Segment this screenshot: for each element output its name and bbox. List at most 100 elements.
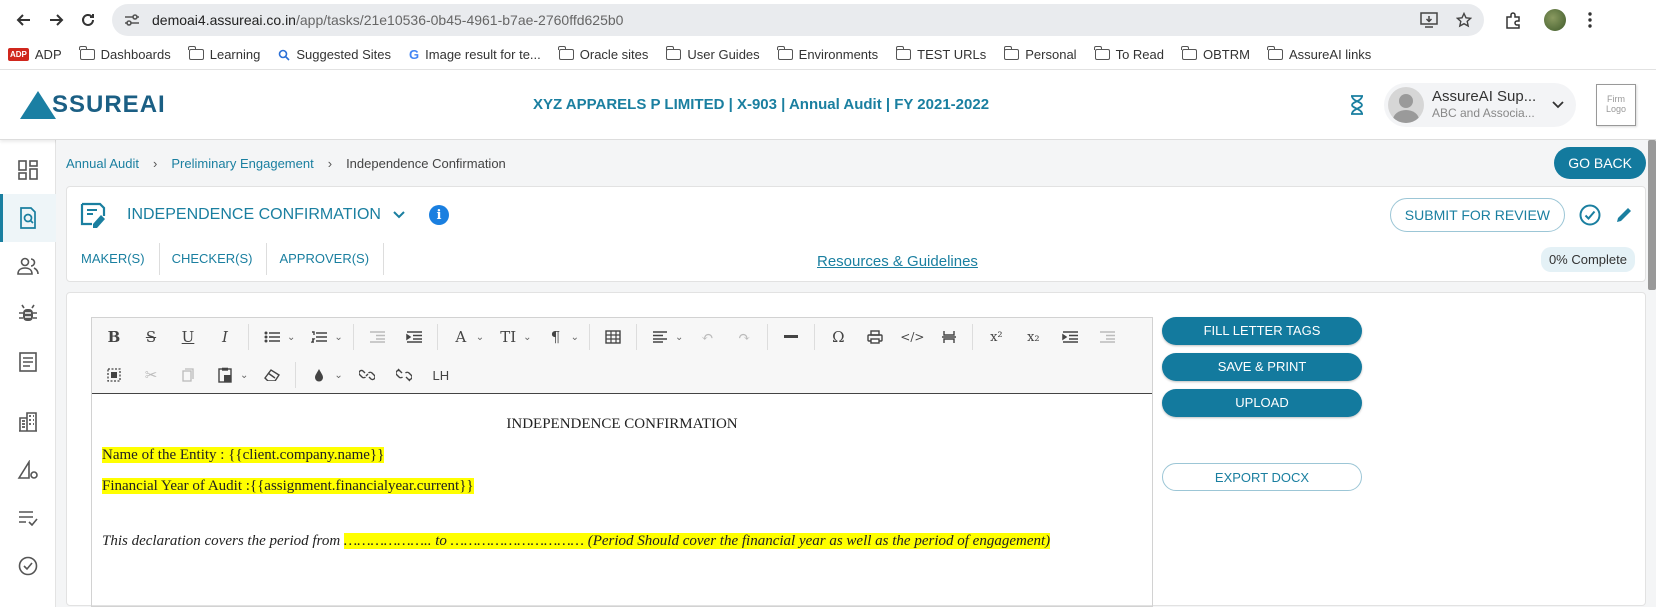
task-title[interactable]: INDEPENDENCE CONFIRMATION — [127, 206, 381, 224]
dashboard-icon[interactable] — [0, 146, 56, 194]
check-circle-icon[interactable] — [1579, 204, 1601, 226]
font-family-icon[interactable]: A — [447, 323, 475, 351]
chevron-down-icon[interactable]: ⌄ — [476, 332, 484, 343]
line-height-button[interactable]: LH — [427, 361, 455, 389]
user-menu[interactable]: AssureAI Sup... ABC and Associa... — [1384, 82, 1576, 127]
extensions-icon[interactable] — [1504, 11, 1522, 29]
bookmark-suggested-sites[interactable]: Suggested Sites — [278, 47, 391, 62]
bookmark-dashboards[interactable]: Dashboards — [79, 46, 171, 62]
link-icon[interactable] — [353, 361, 381, 389]
bookmark-oracle-sites[interactable]: Oracle sites — [558, 46, 648, 62]
breadcrumb-preliminary-engagement[interactable]: Preliminary Engagement — [171, 156, 313, 171]
hourglass-icon[interactable] — [1350, 94, 1364, 115]
bookmark-obtrm[interactable]: OBTRM — [1181, 46, 1250, 62]
special-character-icon[interactable]: Ω — [824, 323, 852, 351]
indent-more-icon[interactable] — [1056, 323, 1084, 351]
bookmark-assureai-links[interactable]: AssureAI links — [1267, 46, 1371, 62]
superscript-icon[interactable]: x² — [982, 323, 1010, 351]
horizontal-line-icon[interactable] — [777, 323, 805, 351]
chevron-down-icon[interactable]: ⌄ — [240, 370, 248, 381]
bulleted-list-icon[interactable] — [258, 323, 286, 351]
fill-letter-tags-button[interactable]: FILL LETTER TAGS — [1162, 317, 1362, 345]
bookmark-star-icon[interactable] — [1456, 12, 1472, 28]
select-all-icon[interactable] — [100, 361, 128, 389]
bold-icon[interactable]: B — [100, 323, 128, 351]
outdent-icon[interactable] — [363, 323, 391, 351]
font-size-icon[interactable]: TI — [494, 323, 522, 351]
print-icon[interactable] — [861, 323, 889, 351]
profile-avatar[interactable] — [1544, 9, 1566, 31]
source-code-icon[interactable]: </> — [898, 323, 926, 351]
chevron-down-icon[interactable]: ⌄ — [334, 370, 342, 381]
strikethrough-icon[interactable]: S — [137, 323, 165, 351]
text-color-icon[interactable] — [305, 361, 333, 389]
info-icon[interactable]: i — [428, 205, 449, 225]
paste-icon[interactable] — [211, 361, 239, 389]
bookmark-image-result[interactable]: G Image result for te... — [409, 47, 541, 62]
rich-text-editor[interactable]: B S U I ⌄ ⌄ A ⌄ TI ⌄ ¶ ⌄ ⌄ ↶ ↷ Ω </> x² … — [91, 317, 1153, 607]
back-arrow-icon[interactable] — [8, 4, 40, 36]
bookmark-user-guides[interactable]: User Guides — [665, 46, 760, 62]
resources-guidelines-link[interactable]: Resources & Guidelines — [817, 253, 978, 270]
paragraph-icon[interactable]: ¶ — [542, 323, 570, 351]
chevron-down-icon[interactable] — [393, 211, 405, 219]
bookmark-test-urls[interactable]: TEST URLs — [895, 46, 986, 62]
install-app-icon[interactable] — [1420, 12, 1438, 28]
chevron-down-icon[interactable]: ⌄ — [287, 332, 295, 343]
page-break-icon[interactable] — [935, 323, 963, 351]
indent-less-icon[interactable] — [1093, 323, 1121, 351]
undo-icon[interactable]: ↶ — [693, 323, 721, 351]
bug-icon[interactable] — [0, 290, 56, 338]
bookmark-to-read[interactable]: To Read — [1094, 46, 1164, 62]
folder-icon — [1094, 46, 1110, 60]
italic-icon[interactable]: I — [211, 323, 239, 351]
assureai-logo[interactable]: SSUREAI — [20, 90, 166, 119]
tab-checkers[interactable]: CHECKER(S) — [160, 243, 268, 275]
upload-button[interactable]: UPLOAD — [1162, 389, 1362, 417]
unlink-icon[interactable] — [390, 361, 418, 389]
folder-icon — [777, 46, 793, 60]
more-menu-icon[interactable] — [1588, 12, 1592, 28]
bookmark-personal[interactable]: Personal — [1003, 46, 1077, 62]
user-name: AssureAI Sup... — [1432, 88, 1537, 106]
address-bar[interactable]: demoai4.assureai.co.in/app/tasks/21e1053… — [112, 4, 1484, 36]
redo-icon[interactable]: ↷ — [730, 323, 758, 351]
copy-icon[interactable] — [174, 361, 202, 389]
settings-triangle-icon[interactable] — [0, 446, 56, 494]
tab-approvers[interactable]: APPROVER(S) — [267, 243, 385, 275]
building-icon[interactable] — [0, 398, 56, 446]
numbered-list-icon[interactable] — [305, 323, 333, 351]
checklist-icon[interactable] — [0, 494, 56, 542]
chevron-down-icon[interactable]: ⌄ — [571, 332, 579, 343]
breadcrumb: Annual Audit › Preliminary Engagement › … — [66, 140, 1646, 186]
bookmark-environments[interactable]: Environments — [777, 46, 878, 62]
cut-icon[interactable]: ✂ — [137, 361, 165, 389]
submit-for-review-button[interactable]: SUBMIT FOR REVIEW — [1389, 198, 1565, 232]
check-circle-icon[interactable] — [0, 542, 56, 590]
export-docx-button[interactable]: EXPORT DOCX — [1162, 463, 1362, 491]
indent-icon[interactable] — [400, 323, 428, 351]
align-icon[interactable] — [646, 323, 674, 351]
document-search-icon[interactable] — [0, 194, 56, 242]
eraser-icon[interactable] — [258, 361, 286, 389]
site-settings-icon[interactable] — [124, 13, 140, 27]
tab-makers[interactable]: MAKER(S) — [69, 243, 160, 275]
bookmark-adp[interactable]: ADP ADP — [8, 47, 62, 62]
bookmark-learning[interactable]: Learning — [188, 46, 260, 62]
scrollbar[interactable] — [1648, 140, 1656, 290]
breadcrumb-annual-audit[interactable]: Annual Audit — [66, 156, 139, 171]
letter-body[interactable]: INDEPENDENCE CONFIRMATION Name of the En… — [92, 394, 1152, 550]
edit-pencil-icon[interactable] — [1615, 206, 1633, 224]
forward-arrow-icon[interactable] — [40, 4, 72, 36]
table-icon[interactable] — [599, 323, 627, 351]
chevron-down-icon[interactable]: ⌄ — [334, 332, 342, 343]
users-icon[interactable] — [0, 242, 56, 290]
subscript-icon[interactable]: x₂ — [1019, 323, 1047, 351]
chevron-down-icon[interactable]: ⌄ — [675, 332, 683, 343]
chevron-down-icon[interactable]: ⌄ — [523, 332, 531, 343]
notes-icon[interactable] — [0, 338, 56, 386]
reload-icon[interactable] — [72, 4, 104, 36]
save-print-button[interactable]: SAVE & PRINT — [1162, 353, 1362, 381]
go-back-button[interactable]: GO BACK — [1554, 147, 1646, 179]
underline-icon[interactable]: U — [174, 323, 202, 351]
